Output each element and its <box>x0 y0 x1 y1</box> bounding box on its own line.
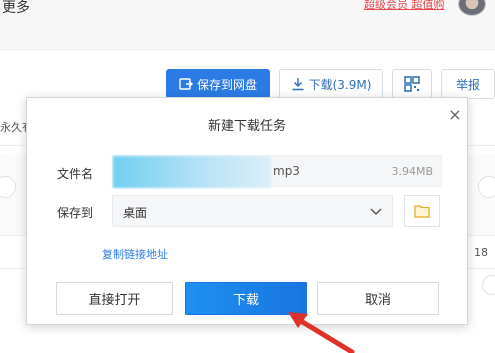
red-arrow-annotation <box>288 312 355 353</box>
qr-code-icon <box>404 76 420 92</box>
close-icon[interactable]: × <box>445 105 465 125</box>
download-icon <box>292 78 304 91</box>
save-to-label: 保存到 <box>57 206 94 220</box>
download-top-label: 下载(3.9M) <box>308 77 372 92</box>
top-bar: 更多 超级会员 超值购 <box>0 0 495 50</box>
save-path-value: 桌面 <box>123 206 148 220</box>
filename-label: 文件名 <box>57 167 94 181</box>
save-to-cloud-button[interactable]: 保存到网盘 <box>166 69 270 99</box>
chevron-down-icon <box>370 208 382 216</box>
filename-field[interactable]: mp3 3.94MB <box>112 155 442 188</box>
dialog-title: 新建下载任务 <box>207 119 286 134</box>
qr-code-button[interactable] <box>392 69 432 99</box>
save-cloud-icon <box>179 78 193 90</box>
browse-folder-button[interactable] <box>404 195 440 227</box>
count-value: 18 <box>474 246 488 259</box>
download-top-button[interactable]: 下载(3.9M) <box>279 69 383 99</box>
copy-link[interactable]: 复制链接地址 <box>102 246 168 262</box>
download-dialog: 新建下载任务 × 文件名 mp3 3.94MB 保存到 桌面 复制链接地址 直接… <box>26 97 468 325</box>
blurred-filename <box>113 156 271 188</box>
row-checkbox-right-2[interactable] <box>482 275 495 295</box>
filename-extension: mp3 <box>273 164 300 178</box>
row-checkbox-right[interactable] <box>478 176 495 198</box>
save-to-cloud-label: 保存到网盘 <box>196 77 257 92</box>
save-path-select[interactable]: 桌面 <box>112 195 393 227</box>
vip-link[interactable]: 超级会员 超值购 <box>364 0 445 12</box>
file-size: 3.94MB <box>391 165 433 178</box>
folder-icon <box>414 205 430 218</box>
report-label: 举报 <box>455 77 480 92</box>
open-directly-button[interactable]: 直接打开 <box>56 282 173 315</box>
report-button[interactable]: 举报 <box>441 69 495 99</box>
more-label[interactable]: 更多 <box>2 0 30 17</box>
avatar[interactable] <box>458 0 486 16</box>
